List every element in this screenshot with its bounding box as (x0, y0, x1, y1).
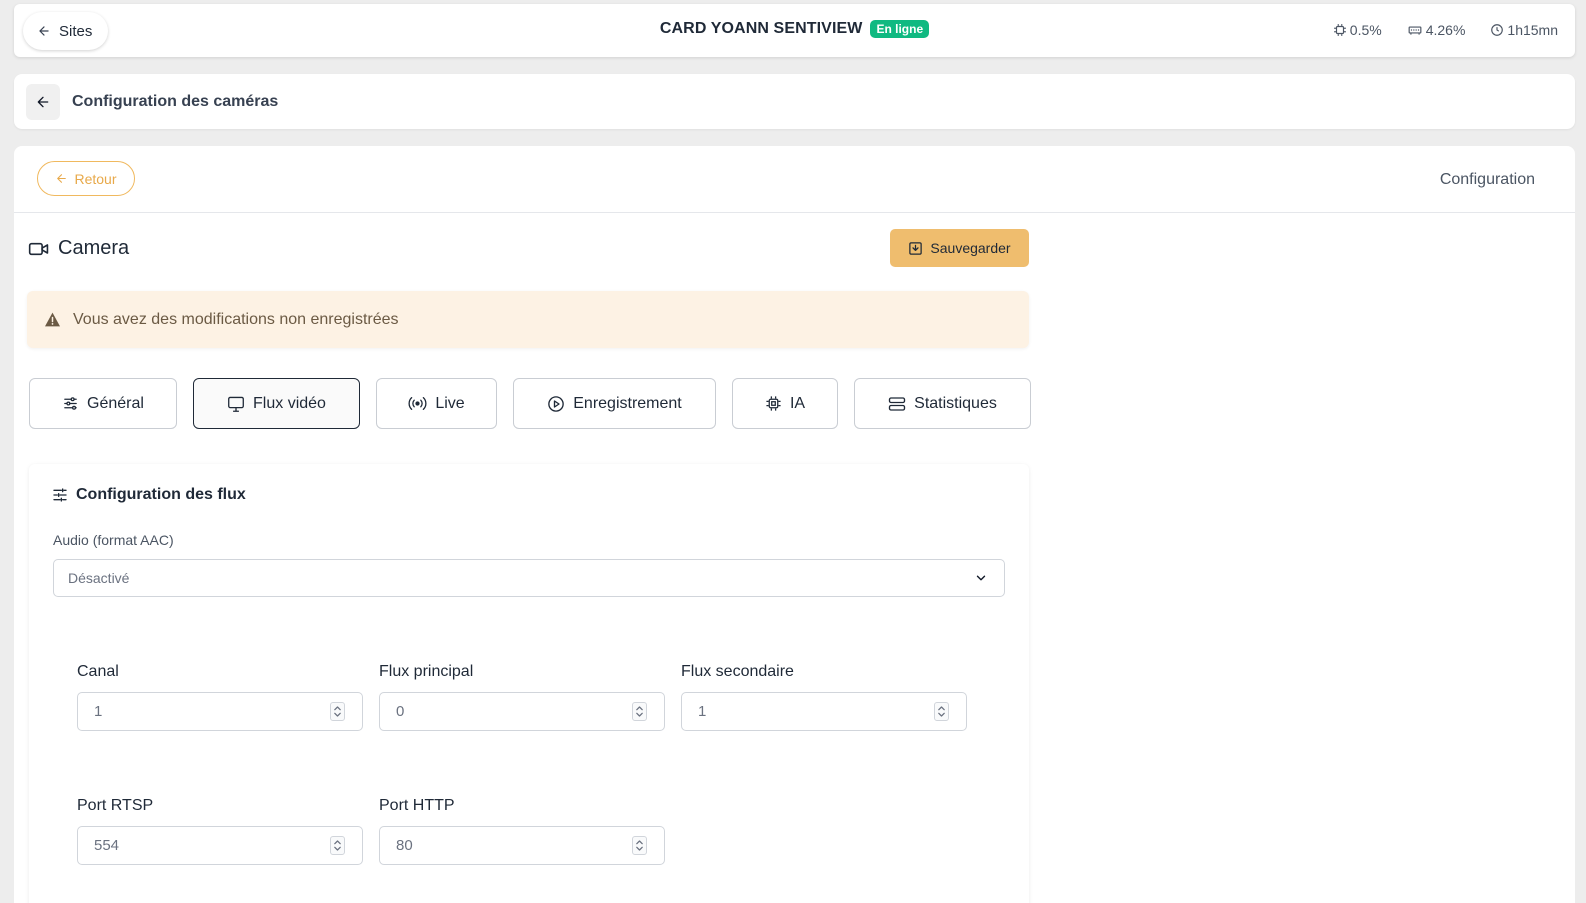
canal-label: Canal (77, 663, 119, 680)
sliders-icon (64, 397, 77, 410)
cpu-value: 0.5% (1349, 22, 1382, 38)
audio-label: Audio (format AAC) (53, 532, 174, 548)
save-label: Sauvegarder (930, 240, 1011, 256)
retour-label: Retour (74, 170, 117, 187)
server-icon (888, 396, 906, 411)
uptime-value: 1h15mn (1507, 22, 1558, 38)
flux-config-card: Configuration des flux Audio (format AAC… (29, 464, 1029, 903)
page-title: Configuration des caméras (72, 93, 279, 110)
back-button[interactable] (26, 84, 60, 120)
unsaved-warning-text: Vous avez des modifications non enregist… (73, 310, 399, 328)
flux-secondaire-label: Flux secondaire (681, 663, 794, 680)
canal-input[interactable]: 1 (77, 692, 363, 731)
clock-icon (1491, 24, 1504, 36)
top-bar: Sites CARD YOANN SENTIVIEW En ligne 0.5%… (14, 4, 1575, 57)
tab-flux-video[interactable]: Flux vidéo (193, 378, 360, 429)
spin-arrows-icon (334, 706, 341, 717)
cpu-metric: 0.5% (1333, 22, 1382, 38)
port-rtsp-input[interactable]: 554 (77, 826, 363, 865)
flux-secondaire-value: 1 (698, 703, 707, 720)
tab-label: Général (87, 394, 144, 412)
tab-label: Flux vidéo (253, 394, 326, 412)
camera-title-text: Camera (58, 237, 130, 259)
chip-icon (766, 396, 781, 411)
monitor-icon (228, 396, 244, 412)
breadcrumb-bar: Configuration des caméras (14, 74, 1575, 129)
port-http-value: 80 (396, 837, 413, 854)
canal-value: 1 (94, 703, 103, 720)
warning-icon (45, 312, 60, 327)
port-rtsp-label: Port RTSP (77, 797, 154, 814)
video-camera-icon (28, 242, 49, 255)
flux-config-title: Configuration des flux (52, 486, 246, 504)
tab-statistiques[interactable]: Statistiques (854, 378, 1031, 429)
unsaved-alert: Vous avez des modifications non enregist… (27, 291, 1029, 348)
flux-principal-value: 0 (396, 703, 405, 720)
flux-config-title-text: Configuration des flux (76, 486, 246, 503)
port-rtsp-stepper[interactable] (330, 836, 345, 855)
flux-principal-stepper[interactable] (632, 702, 647, 721)
port-http-stepper[interactable] (632, 836, 647, 855)
arrow-left-icon (37, 96, 49, 108)
tab-ia[interactable]: IA (732, 378, 838, 429)
tab-enregistrement[interactable]: Enregistrement (513, 378, 716, 429)
memory-icon (1408, 26, 1422, 35)
audio-select-value: Désactivé (68, 570, 130, 586)
save-icon (909, 241, 923, 255)
tab-label: Enregistrement (573, 394, 682, 412)
port-http-input[interactable]: 80 (379, 826, 665, 865)
arrow-left-icon (57, 174, 67, 183)
chevron-down-icon (976, 575, 986, 581)
broadcast-icon (408, 396, 427, 411)
tab-label: IA (789, 394, 806, 412)
audio-select[interactable]: Désactivé (53, 559, 1005, 597)
port-http-label: Port HTTP (379, 797, 455, 814)
flux-principal-label: Flux principal (379, 663, 474, 680)
spin-arrows-icon (334, 840, 341, 851)
tab-general[interactable]: Général (29, 378, 177, 429)
port-rtsp-value: 554 (94, 837, 120, 854)
retour-button[interactable]: Retour (37, 161, 135, 196)
site-name: CARD YOANN SENTIVIEW (659, 20, 863, 37)
tab-label: Live (435, 394, 465, 412)
spin-arrows-icon (636, 706, 643, 717)
play-circle-icon (548, 395, 565, 412)
status-badge: En ligne (870, 20, 930, 38)
system-metrics: 0.5% 4.26% 1h15mn (1333, 22, 1558, 38)
canal-stepper[interactable] (330, 702, 345, 721)
flux-secondaire-input[interactable]: 1 (681, 692, 967, 731)
settings-sliders-icon (53, 488, 67, 502)
main-header: Retour Configuration (14, 146, 1575, 213)
tab-live[interactable]: Live (376, 378, 497, 429)
save-button[interactable]: Sauvegarder (890, 229, 1029, 267)
camera-tabs: Général Flux vidéo Live Enregistrement I… (29, 378, 1031, 429)
section-label: Configuration (1439, 171, 1535, 188)
main-panel: Retour Configuration Camera Sauvegarder … (14, 146, 1575, 903)
memory-metric: 4.26% (1407, 22, 1466, 38)
flux-secondaire-stepper[interactable] (934, 702, 949, 721)
cpu-icon (1333, 24, 1346, 36)
flux-principal-input[interactable]: 0 (379, 692, 665, 731)
tab-label: Statistiques (914, 394, 997, 412)
memory-value: 4.26% (1425, 22, 1466, 38)
spin-arrows-icon (938, 706, 945, 717)
camera-title: Camera (28, 237, 129, 260)
spin-arrows-icon (636, 840, 643, 851)
uptime-metric: 1h15mn (1490, 22, 1558, 38)
